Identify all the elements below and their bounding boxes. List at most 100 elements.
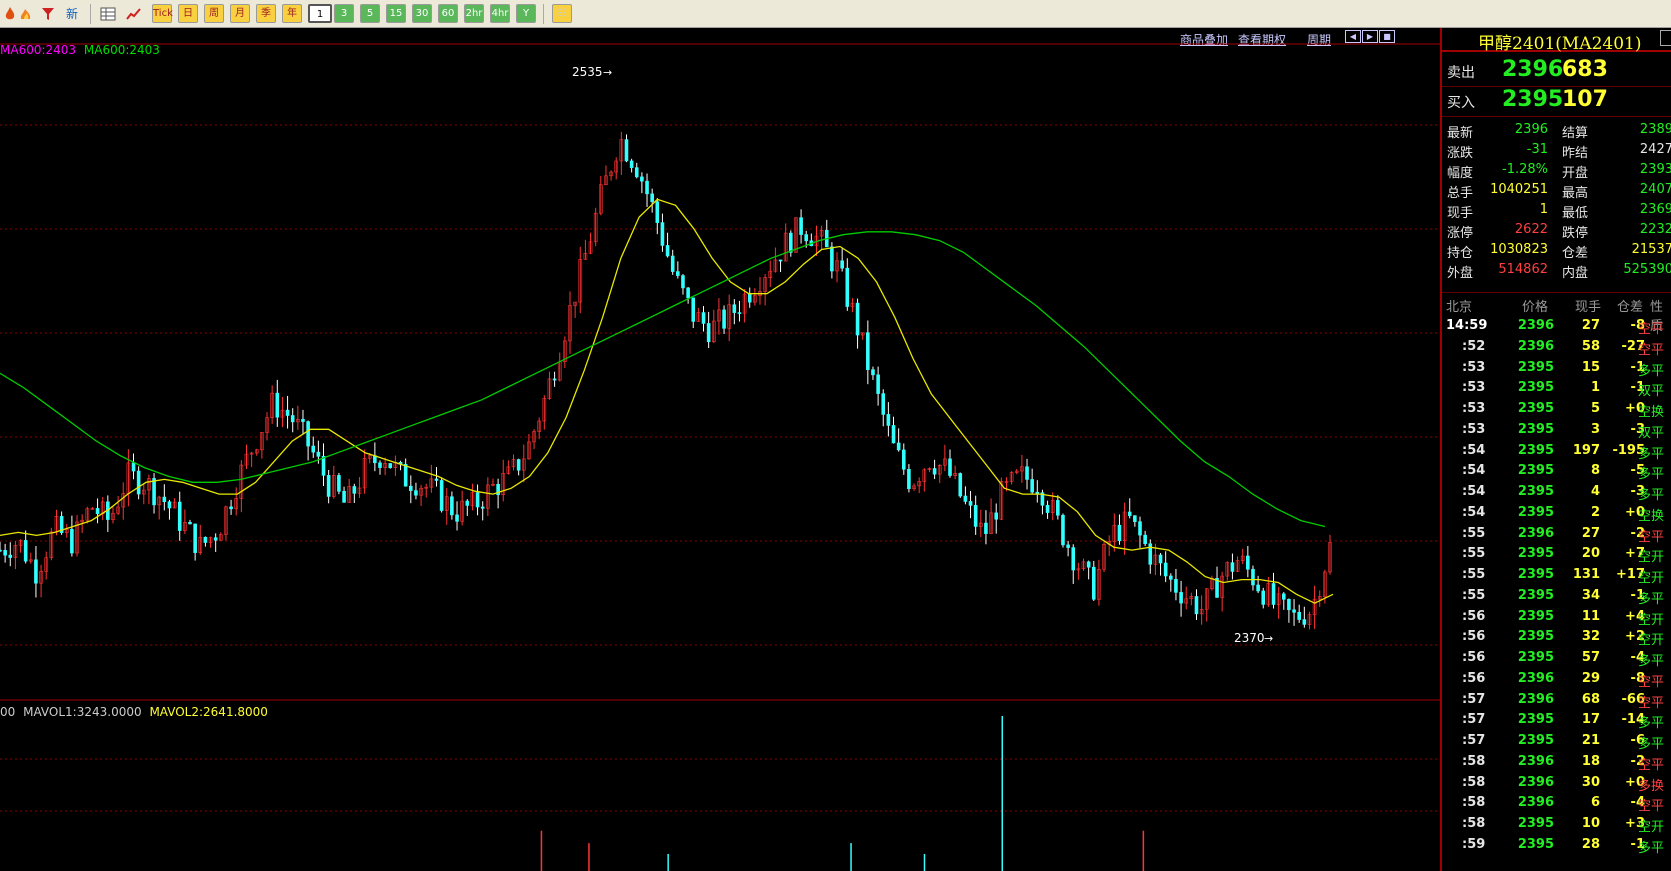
candle[interactable] — [789, 232, 793, 253]
trade-row[interactable]: :54 2395 4 -3 多平 — [1442, 481, 1671, 503]
candle[interactable] — [480, 506, 485, 509]
candle[interactable] — [670, 255, 675, 272]
trade-row[interactable]: :55 2396 27 -2 空平 — [1442, 523, 1671, 545]
candle[interactable] — [326, 475, 331, 497]
candle[interactable] — [1117, 524, 1122, 541]
candle[interactable] — [1251, 568, 1255, 586]
candle[interactable] — [337, 475, 341, 492]
candle[interactable] — [285, 409, 290, 416]
period-button[interactable]: 季 — [256, 4, 276, 23]
candle[interactable] — [188, 522, 192, 525]
candle[interactable] — [840, 260, 844, 269]
trade-row[interactable]: :53 2395 1 -1 双平 — [1442, 377, 1671, 399]
period-button[interactable]: Y — [516, 4, 536, 23]
candle[interactable] — [881, 393, 886, 415]
candle[interactable] — [891, 425, 896, 444]
candle[interactable] — [167, 501, 172, 509]
trade-row[interactable]: :57 2395 21 -6 多平 — [1442, 730, 1671, 752]
candle[interactable] — [342, 491, 346, 503]
fire-icon[interactable] — [18, 6, 34, 22]
candle[interactable] — [95, 508, 100, 515]
panel-toggle-icon[interactable] — [1660, 30, 1671, 46]
candle[interactable] — [465, 500, 470, 506]
period-button[interactable]: 日 — [178, 4, 198, 23]
candle[interactable] — [306, 421, 310, 447]
candle[interactable] — [845, 267, 850, 307]
candle[interactable] — [552, 378, 557, 381]
trade-row[interactable]: :56 2395 32 +2 空开 — [1442, 626, 1671, 648]
candle[interactable] — [1302, 619, 1307, 625]
candle[interactable] — [203, 536, 208, 543]
table-icon[interactable] — [100, 6, 116, 22]
candle[interactable] — [1292, 609, 1296, 613]
period-button[interactable]: Tick — [152, 4, 173, 23]
period-button[interactable]: 5 — [360, 4, 380, 23]
candle[interactable] — [34, 559, 38, 584]
candle[interactable] — [973, 505, 978, 527]
candle[interactable] — [1091, 566, 1096, 600]
flame-icon[interactable] — [2, 6, 18, 22]
candle[interactable] — [665, 245, 670, 257]
candle[interactable] — [886, 414, 891, 426]
candle[interactable] — [1086, 561, 1091, 568]
candle[interactable] — [3, 550, 7, 556]
candle[interactable] — [655, 201, 660, 223]
candle[interactable] — [193, 523, 197, 553]
candle[interactable] — [414, 490, 418, 496]
candle[interactable] — [1158, 554, 1163, 564]
candle[interactable] — [516, 459, 521, 471]
price-chart[interactable]: 2535 →2370 → — [0, 28, 1440, 701]
candle[interactable] — [871, 369, 875, 376]
candle[interactable] — [434, 478, 439, 481]
chart-area[interactable]: 商品叠加 查看期权 周期 ◀ ▶ ■ MA600:2403 MA600:2403… — [0, 28, 1440, 871]
candle[interactable] — [311, 445, 316, 453]
trade-row[interactable]: :58 2395 10 +3 空开 — [1442, 813, 1671, 835]
trade-row[interactable]: :59 2395 28 -1 多平 — [1442, 834, 1671, 856]
candle[interactable] — [1133, 515, 1137, 522]
candle[interactable] — [701, 312, 706, 324]
candle[interactable] — [948, 458, 952, 476]
candle[interactable] — [23, 540, 28, 562]
trade-row[interactable]: :57 2396 68 -66 空平 — [1442, 689, 1671, 711]
trade-row[interactable]: :53 2395 15 -1 多平 — [1442, 357, 1671, 379]
period-button[interactable]: 2hr — [464, 4, 484, 23]
candle[interactable] — [984, 522, 988, 534]
candle[interactable] — [958, 473, 963, 497]
candle[interactable] — [645, 180, 649, 195]
candle[interactable] — [450, 496, 454, 516]
candle[interactable] — [686, 287, 690, 299]
trade-row[interactable]: :55 2395 131 +17 空开 — [1442, 564, 1671, 586]
candle[interactable] — [963, 495, 968, 502]
trend-icon[interactable] — [126, 6, 142, 22]
trade-row[interactable]: :52 2396 58 -27 空平 — [1442, 336, 1671, 358]
trade-row[interactable]: :55 2395 20 +7 空开 — [1442, 543, 1671, 565]
candle[interactable] — [213, 537, 218, 541]
candle[interactable] — [732, 304, 737, 313]
candle[interactable] — [136, 470, 141, 495]
candle[interactable] — [1138, 521, 1142, 536]
candle[interactable] — [722, 309, 726, 329]
candle[interactable] — [706, 323, 711, 343]
candle[interactable] — [409, 485, 413, 491]
candle[interactable] — [0, 549, 2, 552]
candle[interactable] — [876, 374, 880, 394]
candle[interactable] — [1025, 466, 1029, 480]
candle[interactable] — [629, 160, 634, 168]
candle[interactable] — [1246, 555, 1250, 570]
period-button[interactable]: 3 — [334, 4, 354, 23]
candle[interactable] — [901, 449, 906, 470]
candle[interactable] — [1287, 599, 1291, 611]
trade-row[interactable]: 14:59 2396 27 -8 空平 — [1442, 315, 1671, 337]
period-button[interactable]: 1 — [308, 4, 332, 23]
candle[interactable] — [1281, 593, 1286, 600]
candle[interactable] — [388, 463, 393, 469]
trade-row[interactable]: :57 2395 17 -14 多平 — [1442, 709, 1671, 731]
candle[interactable] — [778, 259, 783, 262]
candle[interactable] — [290, 415, 295, 423]
period-button[interactable]: 4hr — [490, 4, 510, 23]
volume-chart[interactable] — [0, 701, 1440, 871]
trade-row[interactable]: :56 2395 57 -4 多平 — [1442, 647, 1671, 669]
candle[interactable] — [316, 451, 321, 457]
candle[interactable] — [1143, 534, 1147, 545]
period-button[interactable]: 15 — [386, 4, 406, 23]
